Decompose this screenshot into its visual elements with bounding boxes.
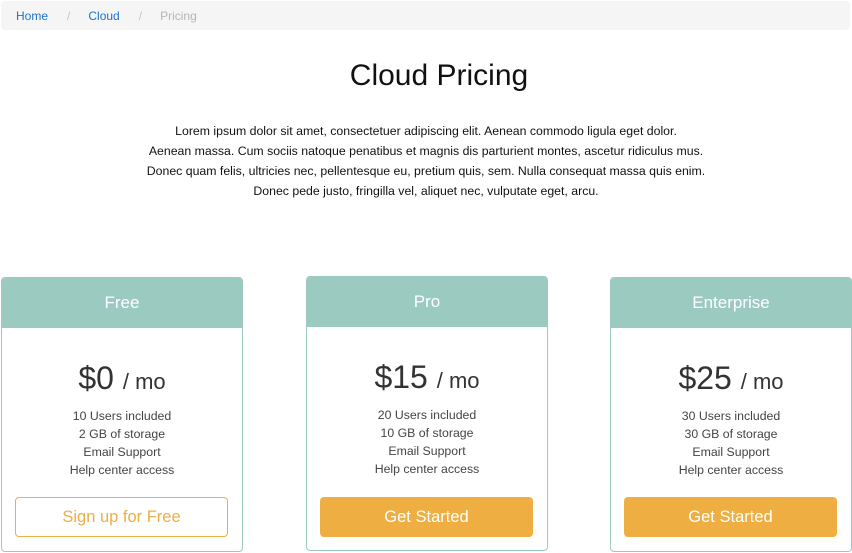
feature-item: Help center access [69, 463, 175, 477]
price-unit: / mo [740, 369, 784, 394]
price-unit: / mo [436, 368, 480, 393]
breadcrumb-home-link[interactable]: Home [16, 9, 48, 23]
breadcrumb-separator: / [67, 8, 71, 23]
price-amount: $0 [78, 360, 114, 396]
feature-item: 10 Users included [72, 409, 172, 423]
breadcrumb-cloud-link[interactable]: Cloud [88, 9, 119, 23]
feature-item: 20 Users included [377, 408, 477, 422]
feature-item: 2 GB of storage [78, 427, 166, 441]
card-header: Pro [307, 277, 547, 327]
price-amount: $25 [678, 360, 732, 396]
page-title: Cloud Pricing [349, 59, 529, 92]
feature-list: 30 Users included 30 GB of storage Email… [611, 407, 851, 479]
get-started-enterprise-button[interactable]: Get Started [624, 497, 837, 537]
feature-item: 30 GB of storage [684, 427, 778, 441]
lead-line: Lorem ipsum dolor sit amet, consectetuer… [175, 124, 677, 138]
plan-name: Free [104, 293, 140, 312]
card-header: Free [2, 278, 242, 328]
get-started-pro-button[interactable]: Get Started [320, 497, 533, 537]
feature-item: Email Support [388, 444, 466, 458]
plan-price: $25 / mo [611, 358, 851, 402]
feature-list: 10 Users included 2 GB of storage Email … [2, 407, 242, 479]
plan-name: Enterprise [692, 293, 770, 312]
lead-line: Donec quam felis, ultricies nec, pellent… [146, 164, 706, 178]
feature-item: Email Support [692, 445, 770, 459]
feature-item: Help center access [678, 463, 784, 477]
pricing-card-pro: Pro $15 / mo 20 Users included 10 GB of … [306, 276, 548, 551]
lead-line: Donec pede justo, fringilla vel, aliquet… [253, 184, 599, 198]
price-amount: $15 [374, 359, 428, 395]
feature-item: 30 Users included [681, 409, 781, 423]
feature-list: 20 Users included 10 GB of storage Email… [307, 406, 547, 478]
breadcrumb-current: Pricing [160, 8, 197, 23]
lead-line: Aenean massa. Cum sociis natoque penatib… [148, 144, 704, 158]
feature-item: 10 GB of storage [380, 426, 474, 440]
breadcrumb-separator: / [138, 8, 143, 23]
sign-up-free-button[interactable]: Sign up for Free [15, 497, 228, 537]
pricing-card-enterprise: Enterprise $25 / mo 30 Users included 30… [610, 277, 852, 552]
breadcrumb: Home / Cloud / Pricing [1, 1, 850, 30]
feature-item: Help center access [374, 462, 480, 476]
plan-price: $0 / mo [2, 358, 242, 402]
price-unit: / mo [122, 369, 166, 394]
card-header: Enterprise [611, 278, 851, 328]
pricing-card-free: Free $0 / mo 10 Users included 2 GB of s… [1, 277, 243, 552]
plan-price: $15 / mo [307, 357, 547, 401]
feature-item: Email Support [83, 445, 161, 459]
page-lead: Lorem ipsum dolor sit amet, consectetuer… [0, 121, 852, 201]
plan-name: Pro [413, 292, 441, 311]
